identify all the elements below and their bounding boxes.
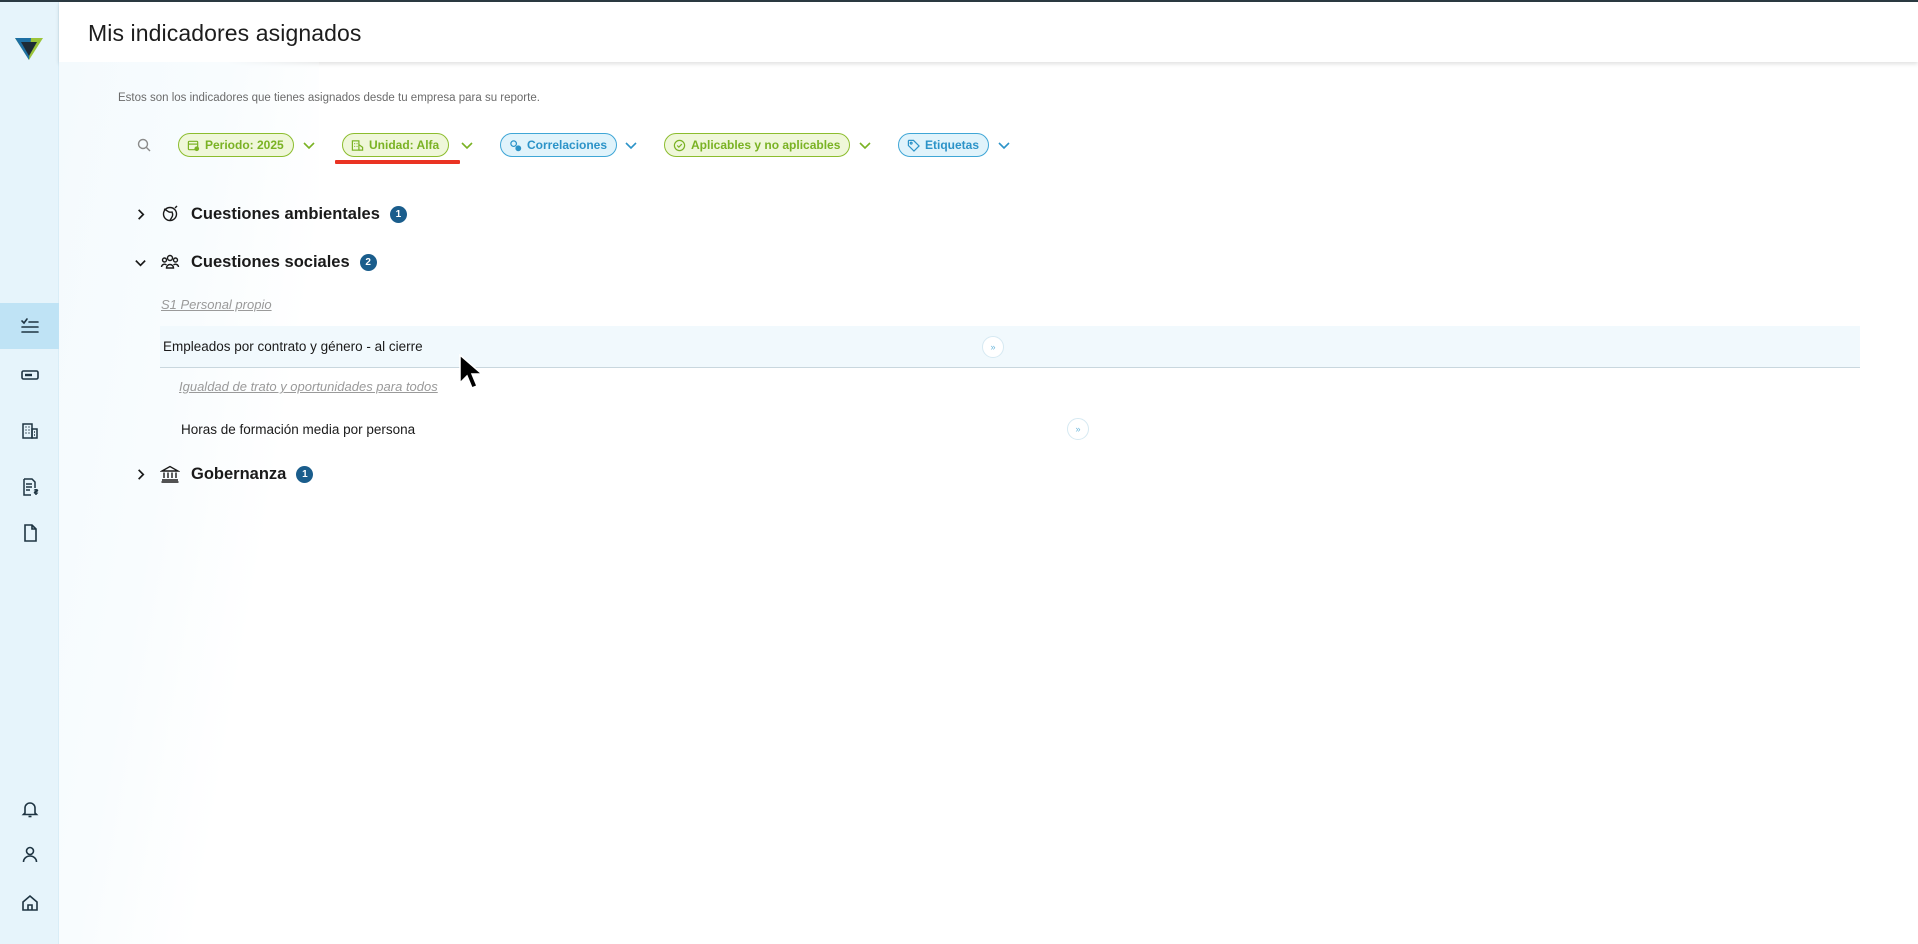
document-icon	[23, 524, 37, 542]
indicator-row[interactable]: Horas de formación media por persona »	[160, 408, 1860, 450]
sidebar-item-indicators[interactable]	[0, 303, 59, 349]
category-social[interactable]: Cuestiones sociales 2	[130, 249, 377, 275]
indicator-label: Empleados por contrato y género - al cie…	[163, 339, 423, 354]
chevron-down-icon	[134, 259, 146, 266]
background-shade	[59, 62, 319, 944]
indicator-row[interactable]: Empleados por contrato y género - al cie…	[160, 326, 1860, 368]
expand-toggle[interactable]	[130, 204, 150, 224]
filter-period-chip[interactable]: Periodo: 2025	[178, 133, 294, 157]
chevron-right-icon	[137, 468, 144, 480]
category-label: Gobernanza	[191, 464, 287, 483]
user-icon	[22, 846, 37, 863]
calendar-icon	[187, 140, 200, 151]
category-label: Cuestiones ambientales	[191, 204, 380, 223]
section-link-equal-treatment[interactable]: Igualdad de trato y oportunidades para t…	[179, 379, 438, 394]
filter-correlations-label: Correlaciones	[527, 138, 608, 152]
category-label: Cuestiones sociales	[191, 252, 350, 271]
search-icon[interactable]	[136, 137, 152, 153]
filter-unit-label: Unidad: Alfa	[369, 138, 440, 152]
filter-correlations-chip[interactable]: Correlaciones	[500, 133, 618, 157]
building-icon	[21, 423, 38, 439]
check-circle-icon	[673, 139, 686, 151]
sidebar	[0, 2, 59, 944]
collapse-toggle[interactable]	[130, 252, 150, 272]
bank-icon	[160, 465, 180, 483]
filter-tags-chip[interactable]: Etiquetas	[898, 133, 990, 157]
section-link-own-staff[interactable]: S1 Personal propio	[161, 297, 272, 312]
filter-unit-chip[interactable]: Unidad: Alfa	[342, 133, 450, 157]
page-title: Mis indicadores asignados	[88, 20, 362, 46]
card-icon	[20, 370, 39, 380]
chevron-down-icon[interactable]	[460, 138, 474, 152]
highlight-underline	[335, 160, 460, 164]
chevron-right-icon	[137, 208, 144, 220]
mouse-cursor-icon	[459, 354, 485, 389]
checklist-icon	[20, 318, 39, 333]
filter-applicability-chip[interactable]: Aplicables y no aplicables	[664, 133, 851, 157]
count-badge: 2	[359, 253, 377, 271]
bell-icon	[21, 802, 38, 818]
buildings-icon	[351, 139, 364, 151]
sidebar-item-home[interactable]	[0, 880, 59, 926]
expand-toggle[interactable]	[130, 464, 150, 484]
category-governance[interactable]: Gobernanza 1	[130, 461, 314, 487]
app-logo-icon[interactable]	[13, 32, 45, 64]
count-badge: 1	[389, 205, 407, 223]
correlation-link-icon[interactable]: »	[1067, 418, 1089, 440]
page-subtitle: Estos son los indicadores que tienes asi…	[118, 92, 540, 104]
filter-period-label: Periodo: 2025	[205, 138, 284, 152]
invoice-icon	[22, 478, 38, 496]
sidebar-item-cards[interactable]	[0, 352, 59, 398]
people-icon	[160, 254, 180, 269]
page-header: Mis indicadores asignados	[59, 2, 1918, 62]
indicator-label: Horas de formación media por persona	[181, 421, 416, 437]
category-environmental[interactable]: Cuestiones ambientales 1	[130, 201, 407, 227]
home-icon	[21, 894, 38, 911]
correlation-icon	[510, 139, 522, 151]
chevron-down-icon[interactable]	[624, 138, 638, 152]
chevron-down-icon[interactable]	[858, 138, 872, 152]
tag-icon	[907, 139, 920, 152]
chevron-down-icon[interactable]	[997, 138, 1011, 152]
sidebar-item-invoices[interactable]	[0, 464, 59, 510]
chevron-down-icon[interactable]	[302, 138, 316, 152]
filter-tags-label: Etiquetas	[925, 138, 980, 152]
filter-applicability-label: Aplicables y no aplicables	[691, 138, 841, 152]
count-badge: 1	[296, 465, 314, 483]
sidebar-item-notifications[interactable]	[0, 786, 59, 832]
sidebar-item-buildings[interactable]	[0, 408, 59, 454]
sidebar-item-profile[interactable]	[0, 831, 59, 877]
sidebar-item-documents[interactable]	[0, 510, 59, 556]
correlation-link-icon[interactable]: »	[982, 336, 1004, 358]
eco-icon	[162, 205, 178, 222]
